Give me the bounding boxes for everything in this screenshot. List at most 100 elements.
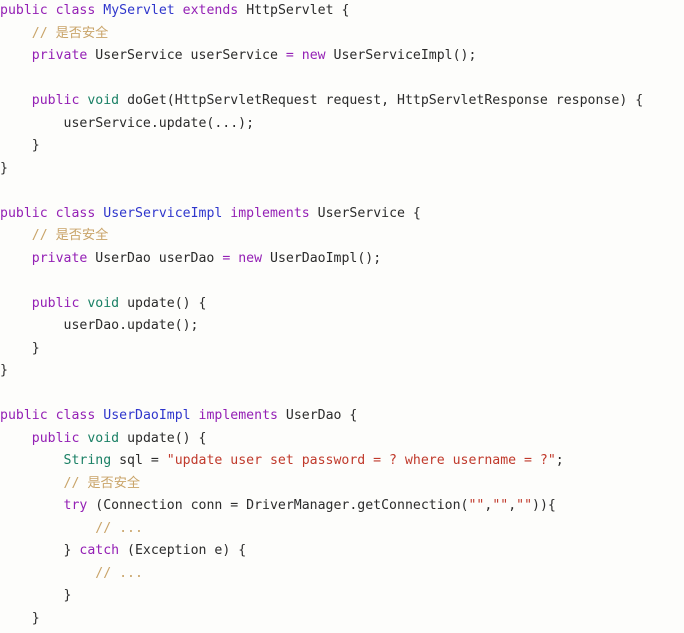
code-token-str: "" <box>468 498 485 513</box>
code-token-plain: ; <box>555 453 564 468</box>
code-line: } <box>0 338 684 361</box>
code-token-kw: public <box>0 408 48 423</box>
code-token-cmt: // ... <box>95 565 143 581</box>
code-token-kw: class <box>55 408 96 423</box>
code-line: } <box>0 608 684 631</box>
code-line: userService.update(...); <box>0 113 684 136</box>
code-token-plain: } <box>0 543 80 558</box>
code-line: // 是否安全 <box>0 23 684 46</box>
code-token-plain: } <box>0 610 40 626</box>
code-token-cmt: // 是否安全 <box>31 228 109 243</box>
code-token-plain: UserDao userDao <box>87 250 223 266</box>
code-token-kw: public <box>31 93 80 108</box>
code-token-cls: MyServlet <box>103 3 175 18</box>
code-line: // 是否安全 <box>0 473 684 496</box>
code-line: String sql = "update user set password =… <box>0 450 684 473</box>
code-token-kw: class <box>55 3 96 18</box>
code-line: // ... <box>0 518 684 541</box>
code-line: public void update() { <box>0 293 684 316</box>
code-line: userDao.update(); <box>0 315 684 338</box>
code-token-plain: } <box>0 160 8 176</box>
code-token-plain: UserServiceImpl(); <box>325 48 477 63</box>
code-token-plain: doGet(HttpServletRequest request, HttpSe… <box>119 93 644 108</box>
code-token-cls: UserDaoImpl <box>103 408 191 423</box>
code-line: private UserService userService = new Us… <box>0 45 684 68</box>
code-block: public class MyServlet extends HttpServl… <box>0 0 684 630</box>
code-token-type: void <box>87 430 120 446</box>
code-token-kw: new <box>238 250 263 266</box>
code-token-kw: private <box>31 48 88 63</box>
code-token-kw: implements <box>198 408 278 423</box>
code-token-plain: update() { <box>119 430 207 446</box>
code-token-plain: , <box>508 498 517 513</box>
code-token-plain: } <box>0 340 40 356</box>
code-token-plain: } <box>0 363 8 378</box>
code-token-plain: sql = <box>111 453 167 468</box>
code-token-cmt: // ... <box>95 520 143 536</box>
code-line: // 是否安全 <box>0 225 684 248</box>
code-line: try (Connection conn = DriverManager.get… <box>0 495 684 518</box>
code-token-str: "" <box>492 498 509 513</box>
code-token-str: "update user set password = ? where user… <box>166 453 556 468</box>
code-line: } <box>0 585 684 608</box>
code-token-kw: private <box>31 250 88 266</box>
code-line: public class UserServiceImpl implements … <box>0 203 684 226</box>
code-token-plain: UserService userService <box>87 48 286 63</box>
code-token-plain: userDao.update(); <box>0 318 199 333</box>
code-token-plain: (Connection conn = DriverManager.getConn… <box>87 498 469 513</box>
code-token-kw: try <box>63 498 88 513</box>
code-token-cls: UserServiceImpl <box>103 205 223 221</box>
code-token-cmt: // 是否安全 <box>31 25 109 41</box>
code-token-kw: catch <box>79 543 120 558</box>
code-token-kw: public <box>0 3 48 18</box>
code-editor-canvas: public class MyServlet extends HttpServl… <box>0 0 684 633</box>
code-token-cmt: // 是否安全 <box>63 475 141 491</box>
code-token-kw: extends <box>182 3 239 18</box>
code-line: } catch (Exception e) { <box>0 540 684 563</box>
code-token-kw: public <box>0 205 48 221</box>
code-token-plain: UserService { <box>309 205 421 221</box>
code-line: public class MyServlet extends HttpServl… <box>0 0 684 23</box>
code-token-plain: )){ <box>532 498 556 513</box>
code-token-plain: UserDaoImpl(); <box>262 250 382 266</box>
code-token-kw: public <box>31 430 80 446</box>
code-token-plain: userService.update(...); <box>0 115 255 131</box>
code-token-type: String <box>63 453 112 468</box>
code-token-plain: update() { <box>119 295 207 311</box>
code-token-plain: HttpServlet { <box>238 3 350 18</box>
code-token-kw: public <box>31 295 80 311</box>
code-token-kw: class <box>55 205 96 221</box>
code-line: } <box>0 158 684 181</box>
code-token-plain: } <box>0 588 72 603</box>
code-token-type: void <box>87 93 120 108</box>
code-token-kw: = <box>285 48 294 63</box>
code-token-kw: new <box>301 48 326 63</box>
code-token-plain: (Exception e) { <box>119 543 247 558</box>
code-token-type: void <box>87 295 120 311</box>
code-line: } <box>0 360 684 383</box>
code-line: public class UserDaoImpl implements User… <box>0 405 684 428</box>
code-line: private UserDao userDao = new UserDaoImp… <box>0 248 684 271</box>
code-token-plain: UserDao { <box>277 408 358 423</box>
